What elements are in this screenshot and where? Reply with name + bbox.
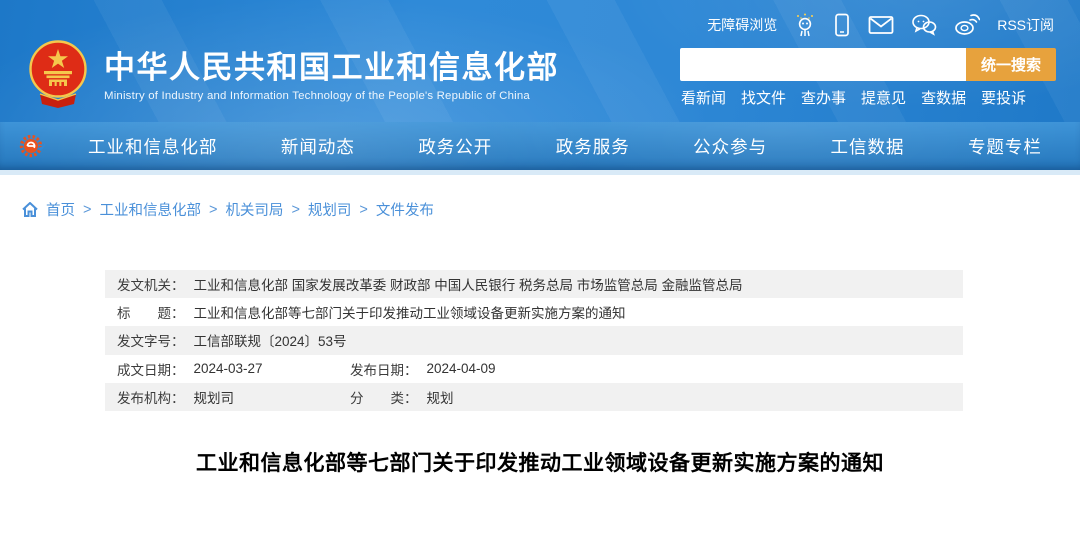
quick-links: 看新闻 找文件 查办事 提意见 查数据 要投诉 bbox=[681, 87, 1026, 108]
breadcrumb-separator: > bbox=[209, 202, 217, 218]
nav-item-special-topics[interactable]: 专题专栏 bbox=[968, 134, 1042, 159]
site-title: 中华人民共和国工业和信息化部 bbox=[104, 51, 559, 85]
header-divider bbox=[0, 170, 1080, 175]
mobile-icon[interactable] bbox=[833, 13, 851, 37]
rss-link[interactable]: RSS订阅 bbox=[997, 15, 1054, 35]
breadcrumb-separator: > bbox=[83, 202, 91, 218]
breadcrumb-home[interactable]: 首页 bbox=[46, 199, 75, 220]
meta-value: 工业和信息化部 国家发展改革委 财政部 中国人民银行 税务总局 市场监管总局 金… bbox=[194, 274, 743, 294]
quick-link-feedback[interactable]: 提意见 bbox=[861, 87, 906, 108]
meta-value: 规划司 bbox=[194, 387, 235, 407]
meta-value: 工业和信息化部等七部门关于印发推动工业领域设备更新实施方案的通知 bbox=[194, 302, 626, 322]
quick-link-services[interactable]: 查办事 bbox=[801, 87, 846, 108]
weibo-icon[interactable] bbox=[954, 14, 980, 36]
search-box: 统一搜索 bbox=[680, 48, 1056, 81]
quick-link-files[interactable]: 找文件 bbox=[741, 87, 786, 108]
meta-value: 规划 bbox=[427, 387, 454, 407]
search-input[interactable] bbox=[680, 48, 966, 81]
meta-label: 发布日期： bbox=[350, 359, 418, 379]
breadcrumb-separator: > bbox=[291, 202, 299, 218]
nav-item-gov-services[interactable]: 政务服务 bbox=[556, 134, 630, 159]
meta-row-document-number: 发文字号： 工信部联规〔2024〕53号 bbox=[105, 326, 963, 354]
mail-icon[interactable] bbox=[868, 15, 894, 35]
meta-row-publisher-category: 发布机构： 规划司 分 类： 规划 bbox=[105, 383, 963, 411]
breadcrumb-miit[interactable]: 工业和信息化部 bbox=[99, 199, 201, 220]
robot-mascot-icon[interactable] bbox=[794, 13, 816, 37]
site-brand: 中华人民共和国工业和信息化部 Ministry of Industry and … bbox=[26, 38, 559, 115]
wechat-icon[interactable] bbox=[911, 14, 937, 36]
nav-item-miit[interactable]: 工业和信息化部 bbox=[88, 134, 218, 159]
breadcrumb-departments[interactable]: 机关司局 bbox=[225, 199, 283, 220]
accessibility-link[interactable]: 无障碍浏览 bbox=[707, 15, 777, 35]
quick-link-complaint[interactable]: 要投诉 bbox=[981, 87, 1026, 108]
site-header: 无障碍浏览 bbox=[0, 0, 1080, 122]
meta-label: 标 题： bbox=[117, 302, 185, 322]
meta-value: 2024-04-09 bbox=[427, 361, 496, 376]
meta-row-title: 标 题： 工业和信息化部等七部门关于印发推动工业领域设备更新实施方案的通知 bbox=[105, 298, 963, 326]
meta-label: 发布机构： bbox=[117, 387, 185, 407]
meta-value: 工信部联规〔2024〕53号 bbox=[194, 330, 347, 350]
site-subtitle: Ministry of Industry and Information Tec… bbox=[104, 90, 559, 102]
miit-page: 无障碍浏览 bbox=[0, 0, 1080, 537]
nav-item-public-participation[interactable]: 公众参与 bbox=[693, 134, 767, 159]
meta-label: 成文日期： bbox=[117, 359, 185, 379]
meta-row-dates: 成文日期： 2024-03-27 发布日期： 2024-04-09 bbox=[105, 355, 963, 383]
breadcrumb-document-release[interactable]: 文件发布 bbox=[376, 199, 434, 220]
brand-text: 中华人民共和国工业和信息化部 Ministry of Industry and … bbox=[104, 51, 559, 102]
nav-item-news[interactable]: 新闻动态 bbox=[281, 134, 355, 159]
article-title: 工业和信息化部等七部门关于印发推动工业领域设备更新实施方案的通知 bbox=[0, 447, 1080, 477]
meta-label: 分 类： bbox=[350, 387, 418, 407]
main-nav: 工业和信息化部 新闻动态 政务公开 政务服务 公众参与 工信数据 专题专栏 bbox=[0, 122, 1080, 170]
national-emblem-icon bbox=[26, 38, 90, 115]
document-meta-table: 发文机关： 工业和信息化部 国家发展改革委 财政部 中国人民银行 税务总局 市场… bbox=[105, 270, 963, 411]
breadcrumb: 首页 > 工业和信息化部 > 机关司局 > 规划司 > 文件发布 bbox=[22, 199, 434, 220]
home-icon[interactable] bbox=[22, 202, 38, 217]
nav-item-data[interactable]: 工信数据 bbox=[831, 134, 905, 159]
nav-item-gov-disclosure[interactable]: 政务公开 bbox=[418, 134, 492, 159]
quick-link-data[interactable]: 查数据 bbox=[921, 87, 966, 108]
meta-label: 发文字号： bbox=[117, 330, 185, 350]
miit-e-logo-icon[interactable] bbox=[17, 131, 47, 161]
utility-bar: 无障碍浏览 bbox=[707, 13, 1054, 37]
meta-label: 发文机关： bbox=[117, 274, 185, 294]
quick-link-news[interactable]: 看新闻 bbox=[681, 87, 726, 108]
meta-value: 2024-03-27 bbox=[194, 361, 263, 376]
breadcrumb-separator: > bbox=[359, 202, 367, 218]
meta-row-issuing-agency: 发文机关： 工业和信息化部 国家发展改革委 财政部 中国人民银行 税务总局 市场… bbox=[105, 270, 963, 298]
nav-items: 工业和信息化部 新闻动态 政务公开 政务服务 公众参与 工信数据 专题专栏 bbox=[88, 122, 1042, 170]
breadcrumb-planning-dept[interactable]: 规划司 bbox=[308, 199, 352, 220]
search-button[interactable]: 统一搜索 bbox=[966, 48, 1056, 81]
